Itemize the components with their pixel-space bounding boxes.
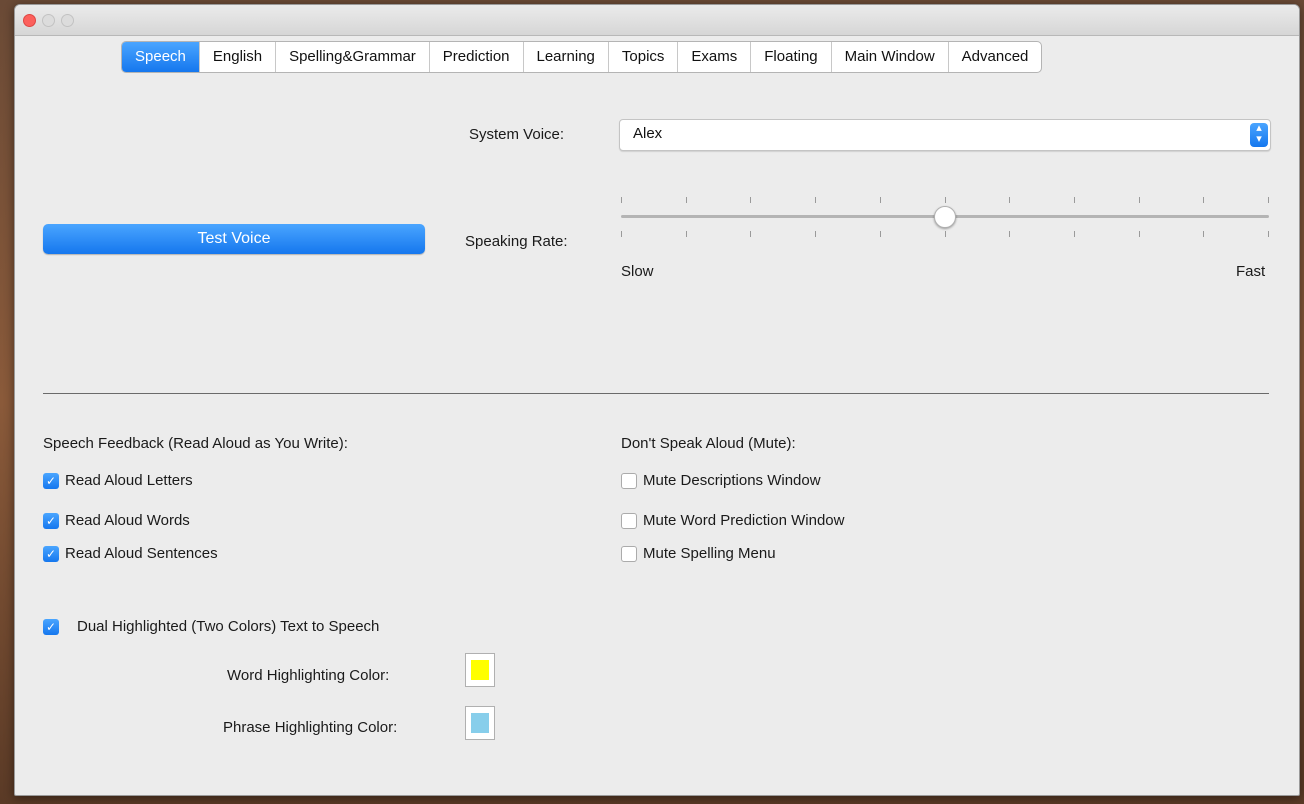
- mute-word-prediction-option[interactable]: Mute Word Prediction Window: [621, 512, 844, 529]
- phrase-color-swatch: [471, 713, 489, 733]
- tab-english[interactable]: English: [200, 42, 277, 72]
- slider-tick: [1139, 231, 1140, 237]
- checkbox[interactable]: [621, 472, 637, 489]
- checkbox-label: Mute Word Prediction Window: [643, 512, 845, 529]
- slider-tick: [750, 231, 751, 237]
- checkbox[interactable]: [621, 512, 637, 529]
- slider-tick: [1203, 197, 1204, 203]
- title-bar: [15, 5, 1299, 36]
- close-window-button[interactable]: [23, 14, 36, 27]
- read-aloud-sentences-option[interactable]: ✓ Read Aloud Sentences: [43, 545, 218, 562]
- slider-tick: [1268, 231, 1269, 237]
- checkbox-label: Mute Descriptions Window: [643, 472, 821, 489]
- preferences-window: Speech English Spelling&Grammar Predicti…: [14, 4, 1300, 796]
- slider-tick: [815, 197, 816, 203]
- read-aloud-words-option[interactable]: ✓ Read Aloud Words: [43, 512, 190, 529]
- tab-main-window[interactable]: Main Window: [832, 42, 949, 72]
- rate-min-label: Slow: [621, 263, 654, 280]
- slider-tick: [1009, 231, 1010, 237]
- slider-tick: [880, 231, 881, 237]
- system-voice-label: System Voice:: [469, 126, 565, 143]
- word-color-swatch: [471, 660, 489, 680]
- slider-tick: [1009, 197, 1010, 203]
- tab-floating[interactable]: Floating: [751, 42, 832, 72]
- tab-speech[interactable]: Speech: [122, 42, 200, 72]
- slider-knob[interactable]: [934, 206, 956, 228]
- checkbox-label: Read Aloud Letters: [65, 472, 193, 489]
- minimize-window-button[interactable]: [42, 14, 55, 27]
- tab-learning[interactable]: Learning: [524, 42, 609, 72]
- checkbox-label: Mute Spelling Menu: [643, 545, 776, 562]
- slider-tick: [686, 197, 687, 203]
- phrase-highlight-color-label: Phrase Highlighting Color:: [223, 719, 398, 736]
- test-voice-button[interactable]: Test Voice: [43, 224, 425, 254]
- tab-topics[interactable]: Topics: [609, 42, 679, 72]
- word-highlight-color-well[interactable]: [465, 653, 495, 687]
- checkmark-icon[interactable]: ✓: [43, 618, 59, 635]
- checkbox-label: Dual Highlighted (Two Colors) Text to Sp…: [77, 618, 380, 635]
- checkmark-icon[interactable]: ✓: [43, 545, 59, 562]
- mute-spelling-menu-option[interactable]: Mute Spelling Menu: [621, 545, 776, 562]
- system-voice-select[interactable]: Alex ▴ ▾: [619, 119, 1271, 151]
- slider-tick: [880, 197, 881, 203]
- section-divider: [43, 393, 1269, 394]
- slider-tick: [1074, 231, 1075, 237]
- slider-tick: [1139, 197, 1140, 203]
- system-voice-value: Alex: [633, 125, 663, 142]
- slider-tick: [1203, 231, 1204, 237]
- word-highlight-color-label: Word Highlighting Color:: [227, 667, 390, 684]
- up-down-chevron-icon: ▴ ▾: [1250, 123, 1268, 147]
- tab-advanced[interactable]: Advanced: [949, 42, 1042, 72]
- checkbox-label: Read Aloud Sentences: [65, 545, 218, 562]
- slider-tick: [621, 197, 622, 203]
- dual-highlight-option[interactable]: ✓ Dual Highlighted (Two Colors) Text to …: [43, 618, 379, 635]
- zoom-window-button[interactable]: [61, 14, 74, 27]
- tab-spelling-grammar[interactable]: Spelling&Grammar: [276, 42, 430, 72]
- phrase-highlight-color-well[interactable]: [465, 706, 495, 740]
- checkbox[interactable]: [621, 545, 637, 562]
- tab-exams[interactable]: Exams: [678, 42, 752, 72]
- slider-tick: [945, 197, 946, 203]
- slider-tick: [621, 231, 622, 237]
- checkbox-label: Read Aloud Words: [65, 512, 190, 529]
- mute-descriptions-option[interactable]: Mute Descriptions Window: [621, 472, 821, 489]
- slider-tick: [815, 231, 816, 237]
- speech-feedback-heading: Speech Feedback (Read Aloud as You Write…: [43, 435, 348, 452]
- speaking-rate-label: Speaking Rate:: [465, 233, 568, 250]
- preferences-tab-bar: Speech English Spelling&Grammar Predicti…: [121, 41, 1043, 73]
- slider-tick: [750, 197, 751, 203]
- slider-tick: [686, 231, 687, 237]
- tab-prediction[interactable]: Prediction: [430, 42, 524, 72]
- speaking-rate-slider[interactable]: [621, 191, 1269, 241]
- mute-heading: Don't Speak Aloud (Mute):: [621, 435, 796, 452]
- read-aloud-letters-option[interactable]: ✓ Read Aloud Letters: [43, 472, 193, 489]
- checkmark-icon[interactable]: ✓: [43, 512, 59, 529]
- rate-max-label: Fast: [1236, 263, 1266, 280]
- slider-tick: [1074, 197, 1075, 203]
- slider-tick: [945, 231, 946, 237]
- checkmark-icon[interactable]: ✓: [43, 472, 59, 489]
- slider-tick: [1268, 197, 1269, 203]
